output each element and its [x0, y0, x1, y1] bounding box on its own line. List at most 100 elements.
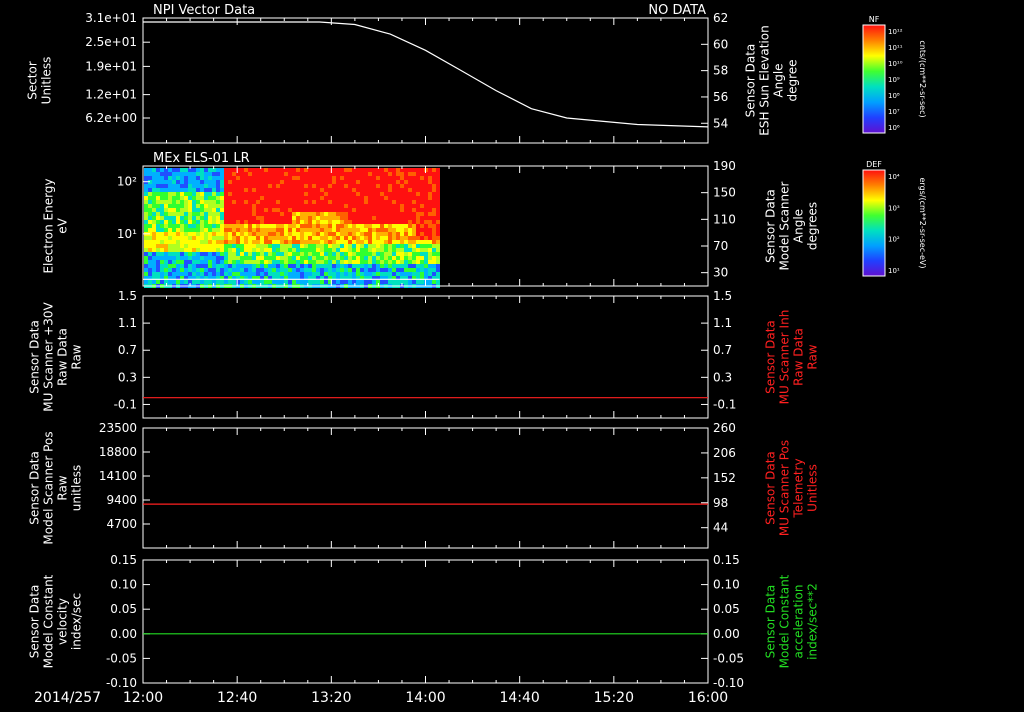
heatmap-cell — [308, 264, 312, 268]
heatmap-cell — [172, 220, 176, 224]
heatmap-cell — [236, 224, 240, 228]
heatmap-cell — [344, 168, 348, 172]
heatmap-cell — [232, 208, 236, 212]
heatmap-cell — [352, 216, 356, 220]
heatmap-cell — [356, 188, 360, 192]
heatmap-cell — [192, 204, 196, 208]
heatmap-cell — [344, 236, 348, 240]
heatmap-cell — [220, 192, 224, 196]
heatmap-cell — [320, 232, 324, 236]
heatmap-cell — [252, 220, 256, 224]
heatmap-cell — [324, 204, 328, 208]
heatmap-cell — [172, 216, 176, 220]
heatmap-cell — [336, 256, 340, 260]
heatmap-cell — [252, 228, 256, 232]
heatmap-cell — [176, 240, 180, 244]
heatmap-cell — [412, 240, 416, 244]
heatmap-cell — [216, 252, 220, 256]
heatmap-cell — [224, 168, 228, 172]
heatmap-cell — [312, 248, 316, 252]
heatmap-cell — [392, 188, 396, 192]
heatmap-cell — [404, 224, 408, 228]
heatmap-cell — [324, 220, 328, 224]
heatmap-cell — [240, 204, 244, 208]
heatmap-cell — [176, 280, 180, 284]
heatmap-cell — [428, 192, 432, 196]
heatmap-cell — [396, 200, 400, 204]
heatmap-cell — [312, 224, 316, 228]
heatmap-cell — [392, 236, 396, 240]
heatmap-cell — [408, 192, 412, 196]
heatmap-cell — [148, 196, 152, 200]
heatmap-cell — [328, 212, 332, 216]
heatmap-cell — [172, 188, 176, 192]
heatmap-cell — [192, 188, 196, 192]
heatmap-cell — [364, 228, 368, 232]
heatmap-cell — [312, 208, 316, 212]
heatmap-cell — [328, 256, 332, 260]
heatmap-cell — [228, 196, 232, 200]
heatmap-cell — [332, 224, 336, 228]
heatmap-cell — [404, 212, 408, 216]
heatmap-cell — [296, 196, 300, 200]
heatmap-cell — [308, 220, 312, 224]
y-axis-label-left-3: Raw — [56, 475, 70, 500]
heatmap-cell — [296, 240, 300, 244]
heatmap-cell — [280, 212, 284, 216]
heatmap-cell — [220, 180, 224, 184]
heatmap-cell — [396, 212, 400, 216]
heatmap-cell — [400, 192, 404, 196]
heatmap-cell — [208, 252, 212, 256]
heatmap-cell — [300, 224, 304, 228]
heatmap-cell — [248, 248, 252, 252]
heatmap-cell — [312, 172, 316, 176]
heatmap-cell — [420, 176, 424, 180]
heatmap-cell — [264, 228, 268, 232]
heatmap-cell — [228, 180, 232, 184]
heatmap-cell — [304, 188, 308, 192]
heatmap-cell — [368, 176, 372, 180]
heatmap-cell — [396, 268, 400, 272]
heatmap-cell — [312, 264, 316, 268]
heatmap-cell — [244, 224, 248, 228]
heatmap-cell — [184, 224, 188, 228]
heatmap-cell — [404, 188, 408, 192]
heatmap-cell — [324, 236, 328, 240]
heatmap-cell — [184, 176, 188, 180]
heatmap-cell — [196, 268, 200, 272]
heatmap-cell — [388, 200, 392, 204]
heatmap-cell — [252, 272, 256, 276]
heatmap-cell — [348, 256, 352, 260]
heatmap-cell — [332, 248, 336, 252]
heatmap-cell — [376, 256, 380, 260]
heatmap-cell — [420, 268, 424, 272]
heatmap-cell — [252, 260, 256, 264]
heatmap-cell — [260, 256, 264, 260]
heatmap-cell — [244, 252, 248, 256]
heatmap-cell — [160, 264, 164, 268]
heatmap-cell — [340, 248, 344, 252]
y-tick-label-right: 0.3 — [713, 370, 732, 384]
heatmap-cell — [364, 224, 368, 228]
heatmap-cell — [208, 264, 212, 268]
heatmap-cell — [152, 204, 156, 208]
heatmap-cell — [404, 244, 408, 248]
heatmap-cell — [364, 272, 368, 276]
heatmap-cell — [184, 216, 188, 220]
heatmap-cell — [220, 264, 224, 268]
heatmap-cell — [412, 232, 416, 236]
heatmap-cell — [224, 196, 228, 200]
heatmap-cell — [212, 264, 216, 268]
heatmap-cell — [420, 264, 424, 268]
y-tick-label-left: 0.15 — [110, 553, 137, 567]
heatmap-cell — [340, 252, 344, 256]
heatmap-cell — [252, 252, 256, 256]
heatmap-cell — [376, 264, 380, 268]
heatmap-cell — [420, 252, 424, 256]
heatmap-cell — [284, 208, 288, 212]
heatmap-cell — [232, 272, 236, 276]
heatmap-cell — [336, 180, 340, 184]
heatmap-cell — [236, 176, 240, 180]
heatmap-cell — [176, 236, 180, 240]
heatmap-cell — [296, 248, 300, 252]
